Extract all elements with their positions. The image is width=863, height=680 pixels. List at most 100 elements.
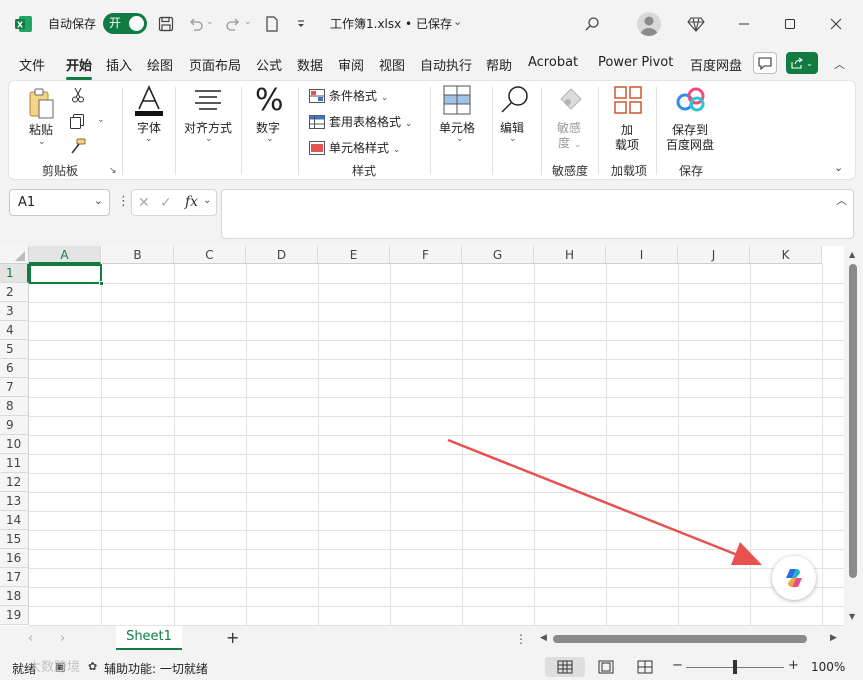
alignment-icon[interactable] bbox=[193, 89, 223, 116]
tab-draw[interactable]: 绘图 bbox=[147, 55, 173, 74]
tab-page-layout[interactable]: 页面布局 bbox=[189, 55, 241, 74]
tab-baidu-netdisk[interactable]: 百度网盘 bbox=[690, 55, 742, 74]
diamond-premium-icon[interactable] bbox=[684, 12, 708, 36]
row-header[interactable]: 8 bbox=[0, 397, 29, 416]
zoom-in-icon[interactable]: + bbox=[788, 658, 799, 673]
alignment-dropdown-icon[interactable]: ⌄ bbox=[205, 134, 213, 144]
save-baidu-label-2[interactable]: 百度网盘 bbox=[666, 136, 714, 153]
comments-button[interactable] bbox=[753, 52, 777, 74]
cut-icon[interactable] bbox=[71, 87, 85, 106]
column-header[interactable]: G bbox=[462, 246, 534, 264]
tab-home[interactable]: 开始 bbox=[66, 55, 93, 80]
addins-label-2[interactable]: 载项 bbox=[615, 136, 639, 153]
collapse-ribbon-icon[interactable]: ︿ bbox=[834, 56, 845, 72]
paste-dropdown-icon[interactable]: ⌄ bbox=[38, 137, 46, 147]
accessibility-status[interactable]: 辅助功能: 一切就绪 bbox=[104, 660, 208, 677]
editing-dropdown-icon[interactable]: ⌄ bbox=[509, 134, 517, 144]
font-icon[interactable] bbox=[133, 85, 165, 120]
tab-automate[interactable]: 自动执行 bbox=[420, 55, 472, 74]
row-header[interactable]: 12 bbox=[0, 473, 29, 492]
row-header[interactable]: 9 bbox=[0, 416, 29, 435]
vertical-scroll-thumb[interactable] bbox=[849, 264, 857, 578]
name-box[interactable]: A1 ⌄ bbox=[9, 189, 110, 216]
cells-dropdown-icon[interactable]: ⌄ bbox=[456, 134, 464, 144]
vertical-scrollbar[interactable]: ▲ ▼ bbox=[844, 246, 863, 626]
clipboard-launcher-icon[interactable]: ↘ bbox=[109, 166, 117, 176]
row-header[interactable]: 13 bbox=[0, 492, 29, 511]
tab-review[interactable]: 审阅 bbox=[338, 55, 364, 74]
accessibility-icon[interactable]: ✿ bbox=[88, 660, 97, 673]
column-header[interactable]: D bbox=[246, 246, 318, 264]
minimize-icon[interactable] bbox=[732, 12, 756, 36]
column-header[interactable]: I bbox=[606, 246, 678, 264]
table-format-button[interactable]: 套用表格格式 ⌄ bbox=[329, 113, 412, 130]
tab-file[interactable]: 文件 bbox=[19, 55, 45, 74]
paste-icon[interactable] bbox=[27, 87, 57, 124]
tab-help[interactable]: 帮助 bbox=[486, 55, 512, 74]
scroll-down-icon[interactable]: ▼ bbox=[849, 612, 855, 621]
copy-icon[interactable] bbox=[69, 113, 85, 132]
share-button[interactable]: ⌄ bbox=[786, 52, 818, 74]
page-break-view-icon[interactable] bbox=[637, 660, 653, 677]
percent-icon[interactable]: % bbox=[255, 83, 284, 118]
row-header[interactable]: 18 bbox=[0, 587, 29, 606]
prev-sheet-icon[interactable]: ‹ bbox=[28, 631, 33, 646]
customize-toolbar-icon[interactable] bbox=[289, 12, 313, 36]
next-sheet-icon[interactable]: › bbox=[60, 631, 65, 646]
ribbon-expand-icon[interactable]: ⌄ bbox=[834, 161, 843, 174]
column-header[interactable]: K bbox=[750, 246, 822, 264]
sheet-tab[interactable]: Sheet1 bbox=[116, 626, 182, 650]
baidu-netdisk-icon[interactable] bbox=[676, 87, 706, 116]
tab-insert[interactable]: 插入 bbox=[106, 55, 132, 74]
selected-cell[interactable] bbox=[29, 264, 102, 284]
sensitivity-icon[interactable] bbox=[557, 85, 583, 116]
column-header[interactable]: B bbox=[102, 246, 174, 264]
row-header[interactable]: 15 bbox=[0, 530, 29, 549]
redo-icon[interactable] bbox=[221, 12, 245, 36]
scroll-left-icon[interactable]: ◀ bbox=[540, 633, 547, 643]
scroll-right-icon[interactable]: ▶ bbox=[830, 633, 837, 643]
column-header[interactable]: J bbox=[678, 246, 750, 264]
find-search-icon[interactable] bbox=[499, 85, 529, 118]
title-dropdown-icon[interactable]: ⌄ bbox=[453, 15, 462, 28]
new-document-icon[interactable] bbox=[260, 12, 284, 36]
redo-dropdown-icon[interactable]: ⌄ bbox=[244, 17, 252, 27]
row-header[interactable]: 6 bbox=[0, 359, 29, 378]
column-header[interactable]: E bbox=[318, 246, 390, 264]
row-header[interactable]: 1 bbox=[0, 264, 29, 283]
save-icon[interactable] bbox=[154, 12, 178, 36]
autosave-toggle[interactable]: 开 bbox=[103, 13, 147, 34]
row-header[interactable]: 2 bbox=[0, 283, 29, 302]
search-icon[interactable] bbox=[580, 12, 604, 36]
row-header[interactable]: 19 bbox=[0, 606, 29, 625]
page-layout-view-icon[interactable] bbox=[598, 660, 614, 677]
undo-dropdown-icon[interactable]: ⌄ bbox=[206, 17, 214, 27]
normal-view-button[interactable] bbox=[545, 657, 585, 677]
format-painter-icon[interactable] bbox=[70, 138, 86, 157]
select-all-corner[interactable] bbox=[0, 246, 29, 264]
column-header[interactable]: C bbox=[174, 246, 246, 264]
horizontal-scroll-thumb[interactable] bbox=[553, 635, 807, 643]
formula-input[interactable]: ︿ bbox=[221, 189, 854, 239]
name-box-dropdown-icon[interactable]: ⌄ bbox=[94, 194, 103, 207]
tab-view[interactable]: 视图 bbox=[379, 55, 405, 74]
row-header[interactable]: 4 bbox=[0, 321, 29, 340]
column-header[interactable]: F bbox=[390, 246, 462, 264]
conditional-format-button[interactable]: 条件格式 ⌄ bbox=[329, 87, 388, 104]
zoom-out-icon[interactable]: − bbox=[672, 658, 683, 673]
copilot-button[interactable] bbox=[772, 556, 816, 600]
cancel-entry-icon[interactable]: ✕ bbox=[138, 195, 150, 211]
number-dropdown-icon[interactable]: ⌄ bbox=[266, 134, 274, 144]
tab-splitter-icon[interactable]: ⋮ bbox=[515, 632, 527, 646]
insert-function-button[interactable]: fx bbox=[185, 194, 198, 210]
font-dropdown-icon[interactable]: ⌄ bbox=[145, 134, 153, 144]
row-header[interactable]: 11 bbox=[0, 454, 29, 473]
tab-formulas[interactable]: 公式 bbox=[256, 55, 282, 74]
tab-data[interactable]: 数据 bbox=[297, 55, 323, 74]
document-title[interactable]: 工作簿1.xlsx • 已保存 bbox=[330, 15, 452, 32]
sensitivity-button[interactable]: 度 ⌄ bbox=[558, 134, 581, 151]
column-header[interactable]: A bbox=[29, 246, 101, 264]
undo-icon[interactable] bbox=[184, 12, 208, 36]
tab-acrobat[interactable]: Acrobat bbox=[528, 55, 578, 70]
paste-label[interactable]: 粘贴 bbox=[29, 121, 53, 138]
